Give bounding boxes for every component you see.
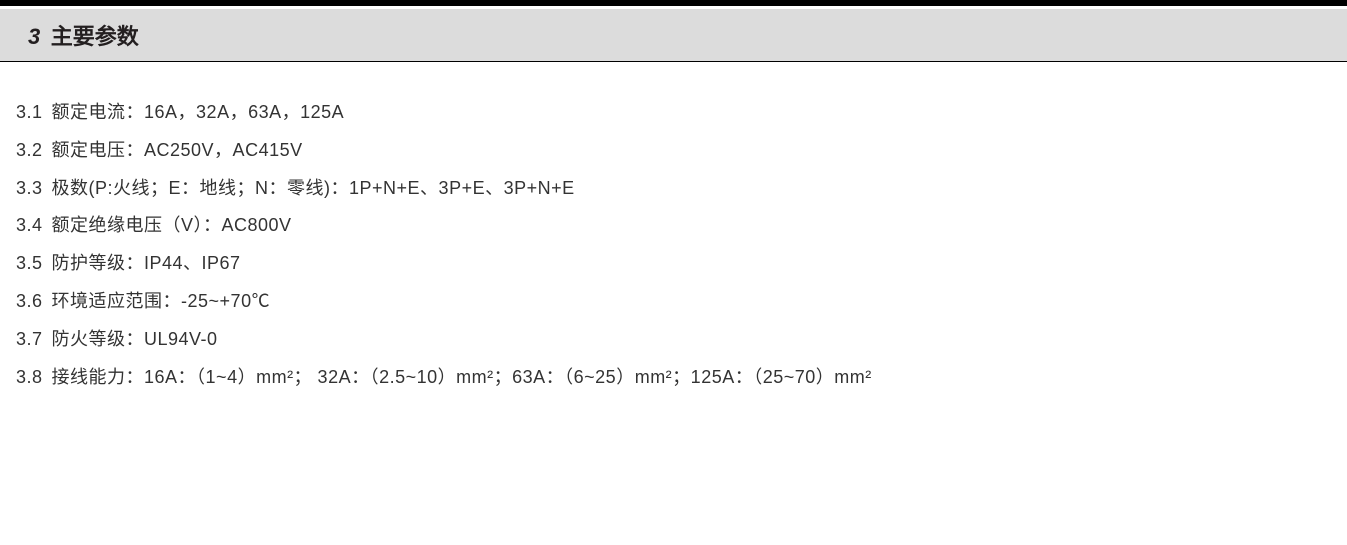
spec-content: 3.1 额定电流：16A，32A，63A，125A 3.2 额定电压：AC250… — [0, 62, 1347, 412]
spec-text: 额定电流：16A，32A，63A，125A — [52, 102, 345, 122]
spec-number: 3.2 — [16, 132, 46, 170]
spec-number: 3.8 — [16, 359, 46, 397]
spec-text: 极数(P:火线；E：地线；N：零线)：1P+N+E、3P+E、3P+N+E — [52, 178, 575, 198]
spec-item: 3.4 额定绝缘电压（V）：AC800V — [16, 207, 1331, 245]
spec-item: 3.6 环境适应范围：-25~+70℃ — [16, 283, 1331, 321]
spec-number: 3.4 — [16, 207, 46, 245]
spec-item: 3.5 防护等级：IP44、IP67 — [16, 245, 1331, 283]
spec-text: 额定电压：AC250V，AC415V — [52, 140, 303, 160]
spec-text: 接线能力：16A：（1~4）mm²； 32A：（2.5~10）mm²；63A：（… — [52, 367, 872, 387]
spec-number: 3.5 — [16, 245, 46, 283]
section-title: 主要参数 — [51, 24, 139, 49]
spec-text: 额定绝缘电压（V）：AC800V — [52, 215, 292, 235]
spec-text: 环境适应范围：-25~+70℃ — [52, 291, 271, 311]
spec-item: 3.8 接线能力：16A：（1~4）mm²； 32A：（2.5~10）mm²；6… — [16, 359, 1331, 397]
spec-text: 防火等级：UL94V-0 — [52, 329, 218, 349]
spec-number: 3.1 — [16, 94, 46, 132]
spec-number: 3.7 — [16, 321, 46, 359]
spec-item: 3.7 防火等级：UL94V-0 — [16, 321, 1331, 359]
spec-item: 3.2 额定电压：AC250V，AC415V — [16, 132, 1331, 170]
section-header: 3 主要参数 — [0, 9, 1347, 62]
section-number: 3 — [28, 24, 40, 49]
spec-item: 3.3 极数(P:火线；E：地线；N：零线)：1P+N+E、3P+E、3P+N+… — [16, 170, 1331, 208]
spec-number: 3.3 — [16, 170, 46, 208]
spec-text: 防护等级：IP44、IP67 — [52, 253, 241, 273]
spec-number: 3.6 — [16, 283, 46, 321]
spec-item: 3.1 额定电流：16A，32A，63A，125A — [16, 94, 1331, 132]
